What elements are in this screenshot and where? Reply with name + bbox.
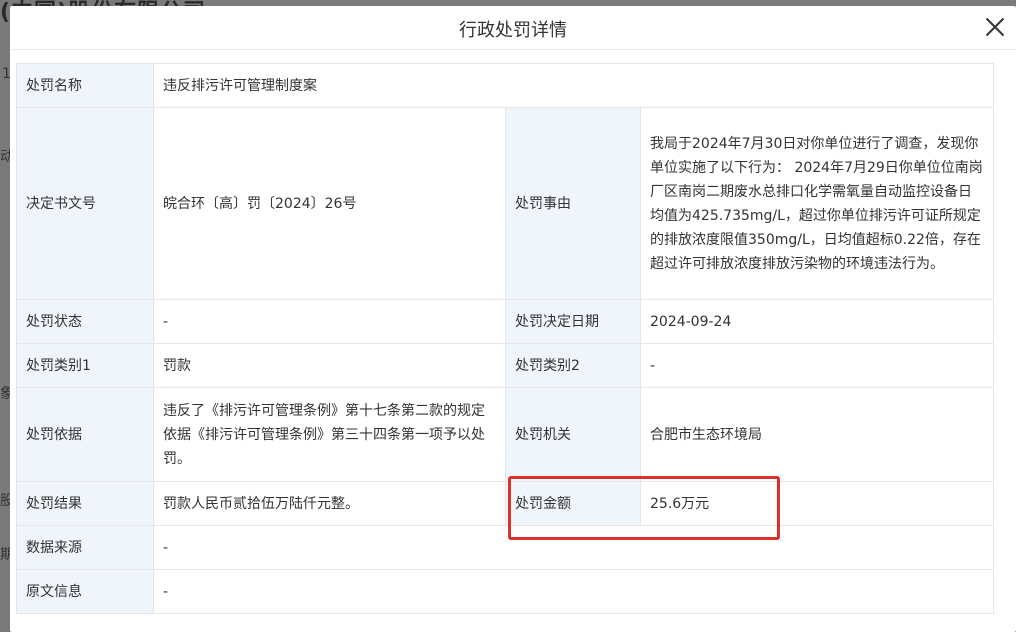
penalty-result-value: 罚款人民币贰拾伍万陆仟元整。 <box>153 481 506 526</box>
penalty-name-label: 处罚名称 <box>16 63 154 108</box>
penalty-type1-value: 罚款 <box>153 343 506 388</box>
penalty-reason-value: 我局于2024年7月30日对你单位进行了调查，发现你单位实施了以下行为： 202… <box>639 107 995 300</box>
penalty-basis-label: 处罚依据 <box>16 387 154 482</box>
penalty-status-value: - <box>153 299 506 344</box>
penalty-amount-value: 25.6万元 <box>639 481 995 526</box>
data-source-value: - <box>152 525 995 570</box>
decision-date-label: 处罚决定日期 <box>505 299 641 344</box>
penalty-reason-label: 处罚事由 <box>505 107 641 300</box>
penalty-detail-table: 处罚名称 违反排污许可管理制度案 决定书文号 皖合环〔高〕罚〔2024〕26号 … <box>16 63 995 614</box>
close-icon[interactable] <box>982 14 1008 40</box>
table-row: 处罚结果 罚款人民币贰拾伍万陆仟元整。 处罚金额 25.6万元 <box>16 481 995 526</box>
penalty-type1-label: 处罚类别1 <box>16 343 154 388</box>
penalty-authority-label: 处罚机关 <box>505 387 641 482</box>
penalty-amount-label: 处罚金额 <box>505 481 641 526</box>
penalty-name-value: 违反排污许可管理制度案 <box>152 63 995 108</box>
penalty-authority-value: 合肥市生态环境局 <box>639 387 995 482</box>
table-row: 原文信息 - <box>16 569 995 614</box>
decision-doc-number-label: 决定书文号 <box>16 107 154 300</box>
table-row: 处罚名称 违反排污许可管理制度案 <box>16 63 995 108</box>
table-row: 处罚依据 违反了《排污许可管理条例》第十七条第二款的规定依据《排污许可管理条例》… <box>16 387 995 482</box>
original-info-value: - <box>152 569 995 614</box>
penalty-result-label: 处罚结果 <box>16 481 154 526</box>
original-info-label: 原文信息 <box>16 569 154 614</box>
modal-header: 行政处罚详情 <box>10 6 1016 50</box>
data-source-label: 数据来源 <box>16 525 154 570</box>
penalty-status-label: 处罚状态 <box>16 299 154 344</box>
table-row: 决定书文号 皖合环〔高〕罚〔2024〕26号 处罚事由 我局于2024年7月30… <box>16 107 995 300</box>
table-row: 数据来源 - <box>16 525 995 570</box>
table-row: 处罚类别1 罚款 处罚类别2 - <box>16 343 995 388</box>
decision-doc-number-value: 皖合环〔高〕罚〔2024〕26号 <box>153 107 506 300</box>
table-row: 处罚状态 - 处罚决定日期 2024-09-24 <box>16 299 995 344</box>
decision-date-value: 2024-09-24 <box>639 299 995 344</box>
penalty-type2-value: - <box>639 343 995 388</box>
penalty-type2-label: 处罚类别2 <box>505 343 641 388</box>
penalty-basis-value: 违反了《排污许可管理条例》第十七条第二款的规定依据《排污许可管理条例》第三十四条… <box>153 387 506 482</box>
modal-title: 行政处罚详情 <box>459 20 567 41</box>
